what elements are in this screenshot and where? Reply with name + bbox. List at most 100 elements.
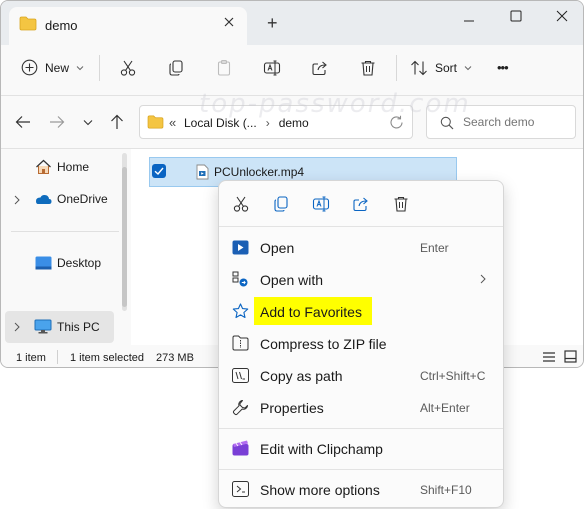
back-arrow-icon: [15, 116, 30, 128]
menu-separator: [219, 428, 503, 429]
tiles-view-button[interactable]: [564, 350, 577, 363]
delete-icon: [361, 60, 375, 76]
copy-path-icon: [232, 368, 249, 383]
menu-delete-button[interactable]: [387, 190, 415, 218]
sidebar-divider: [11, 231, 119, 232]
chevron-down-icon: [464, 66, 472, 71]
cut-icon: [120, 60, 136, 76]
tiles-view-icon: [564, 350, 577, 363]
zip-icon: [232, 335, 249, 351]
menu-share-button[interactable]: [347, 190, 375, 218]
menu-item-edit-with-clipchamp-label: Edit with Clipchamp: [260, 441, 383, 457]
copy-button[interactable]: [162, 54, 190, 82]
more-options-button[interactable]: •••: [497, 60, 509, 75]
rename-button[interactable]: [258, 54, 286, 82]
folder-icon: [147, 115, 164, 129]
toolbar-divider: [99, 55, 100, 81]
details-view-button[interactable]: [542, 351, 556, 363]
selection-size: 273 MB: [156, 352, 194, 364]
new-button[interactable]: New: [21, 59, 84, 76]
close-tab-icon[interactable]: [223, 16, 235, 28]
recent-locations-button[interactable]: [83, 119, 93, 126]
sort-button[interactable]: Sort: [410, 60, 472, 76]
desktop-icon: [35, 256, 52, 270]
paste-button[interactable]: [210, 54, 238, 82]
wrench-icon: [232, 399, 249, 416]
folder-icon: [19, 16, 37, 31]
paste-icon: [217, 59, 231, 76]
sidebar-item-this-pc[interactable]: This PC: [57, 320, 100, 334]
menu-rename-button[interactable]: [307, 190, 335, 218]
computer-icon: [34, 319, 52, 334]
share-button[interactable]: [306, 54, 334, 82]
chevron-right-icon: [480, 274, 486, 284]
copy-icon: [274, 196, 288, 212]
cut-icon: [233, 196, 249, 212]
breadcrumb-overflow[interactable]: «: [169, 115, 176, 130]
minimize-button[interactable]: [463, 15, 475, 27]
menu-cut-button[interactable]: [227, 190, 255, 218]
sort-label: Sort: [435, 61, 458, 75]
menu-item-show-more-options-shortcut: Shift+F10: [420, 483, 472, 497]
back-button[interactable]: [15, 115, 31, 129]
menu-separator: [219, 226, 503, 227]
watermark: top-password.com: [199, 89, 471, 119]
delete-button[interactable]: [354, 54, 382, 82]
home-icon: [35, 159, 52, 175]
share-icon: [353, 197, 368, 212]
chevron-down-icon: [83, 120, 93, 126]
copy-icon: [169, 60, 183, 76]
menu-item-add-to-favorites-label: Add to Favorites: [260, 304, 362, 320]
delete-icon: [394, 196, 408, 212]
menu-item-open-label: Open: [260, 240, 295, 256]
forward-arrow-icon: [50, 116, 65, 128]
new-icon: [21, 59, 38, 76]
expand-chevron-icon[interactable]: [14, 195, 20, 205]
search-input[interactable]: [463, 113, 569, 131]
rename-icon: [312, 196, 330, 212]
up-button[interactable]: [110, 114, 124, 130]
maximize-button[interactable]: [510, 10, 522, 22]
show-more-options-icon: [232, 481, 249, 497]
details-view-icon: [543, 352, 555, 362]
tab-title: demo: [45, 18, 78, 33]
forward-button[interactable]: [49, 115, 65, 129]
menu-item-open-with-label: Open with: [260, 272, 324, 288]
onedrive-icon: [34, 192, 52, 205]
menu-item-open-shortcut: Enter: [420, 241, 449, 255]
sidebar-item-desktop[interactable]: Desktop: [57, 256, 101, 270]
sidebar-item-onedrive[interactable]: OneDrive: [57, 192, 108, 206]
file-name[interactable]: PCUnlocker.mp4: [214, 165, 304, 179]
menu-item-copy-as-path-label: Copy as path: [260, 368, 343, 384]
chevron-down-icon: [76, 65, 84, 70]
media-player-icon: [232, 240, 249, 255]
toolbar-divider: [396, 55, 397, 81]
expand-chevron-icon[interactable]: [14, 322, 20, 332]
close-window-button[interactable]: [556, 10, 568, 22]
sidebar-item-home[interactable]: Home: [57, 160, 89, 174]
clipchamp-icon: [232, 440, 249, 456]
star-icon: [232, 303, 249, 319]
status-divider: [57, 350, 58, 364]
up-arrow-icon: [111, 114, 123, 129]
cut-button[interactable]: [114, 54, 142, 82]
check-icon: [154, 167, 164, 176]
menu-item-copy-as-path-shortcut: Ctrl+Shift+C: [420, 369, 486, 383]
new-label: New: [45, 60, 70, 75]
new-tab-button[interactable]: +: [267, 13, 278, 34]
open-with-icon: [232, 271, 249, 288]
sidebar-scrollbar-thumb[interactable]: [122, 167, 127, 307]
menu-item-properties-label: Properties: [260, 400, 324, 416]
share-icon: [312, 61, 327, 76]
sort-icon: [411, 60, 427, 76]
menu-item-show-more-options-label: Show more options: [260, 482, 380, 498]
menu-separator: [219, 469, 503, 470]
item-count: 1 item: [16, 352, 46, 364]
rename-icon: [263, 60, 281, 76]
menu-item-compress-label: Compress to ZIP file: [260, 336, 387, 352]
video-file-icon: [196, 164, 209, 180]
menu-item-properties-shortcut: Alt+Enter: [420, 401, 470, 415]
menu-copy-button[interactable]: [267, 190, 295, 218]
selection-count: 1 item selected: [70, 352, 144, 364]
file-checkbox[interactable]: [152, 164, 166, 178]
